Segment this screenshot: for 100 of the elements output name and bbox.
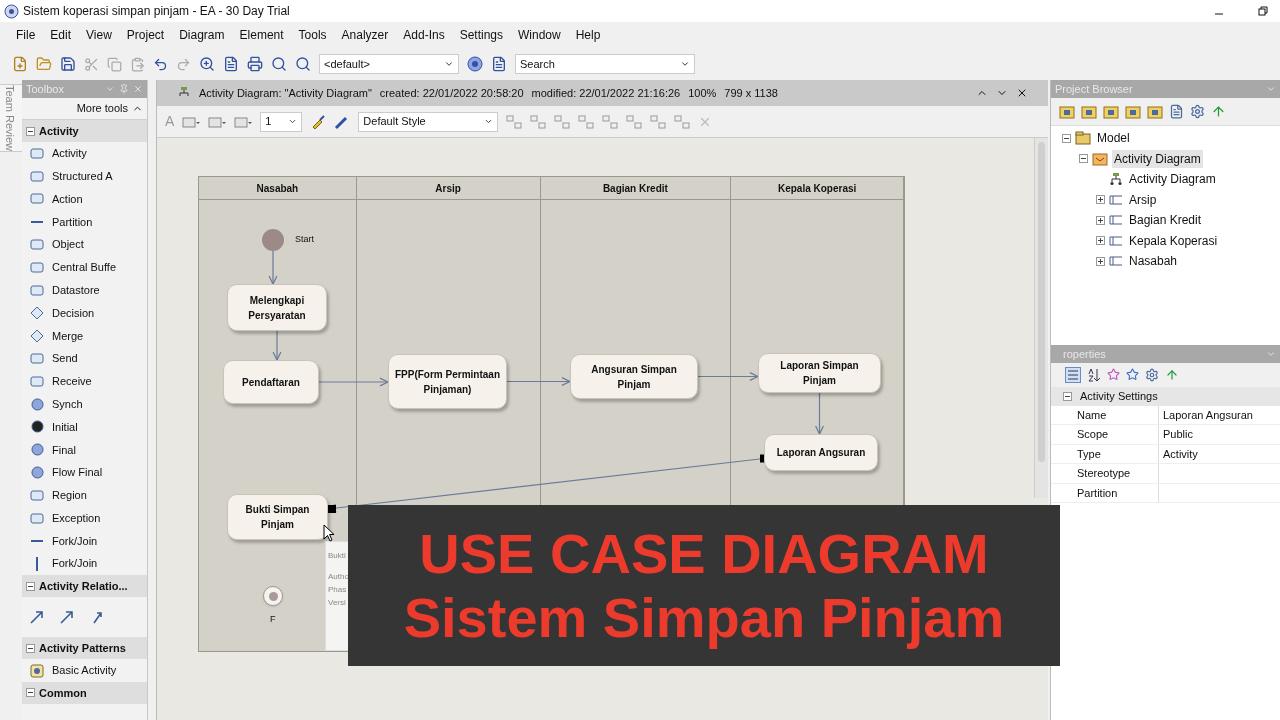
toolbox-item[interactable]: Decision bbox=[22, 301, 147, 325]
search-icon[interactable] bbox=[295, 56, 311, 72]
arrow-icon[interactable] bbox=[60, 610, 74, 625]
toolbox-item[interactable]: Fork/Join bbox=[22, 529, 147, 553]
toolbox-item[interactable]: Final bbox=[22, 438, 147, 462]
document-icon[interactable] bbox=[1169, 104, 1184, 119]
toolbox-item[interactable]: Activity bbox=[22, 142, 147, 165]
toolbox-item[interactable]: Flow Final bbox=[22, 461, 147, 484]
toolbox-item[interactable]: Central Buffe bbox=[22, 256, 147, 279]
toolbox-item[interactable]: Object bbox=[22, 233, 147, 256]
expand-icon[interactable] bbox=[1095, 236, 1105, 246]
toolbox-item[interactable]: Exception bbox=[22, 506, 147, 530]
settings-icon[interactable] bbox=[1190, 104, 1205, 119]
dropdown-icon[interactable] bbox=[444, 59, 454, 69]
star-icon[interactable] bbox=[1126, 368, 1139, 382]
menu-item[interactable]: File bbox=[16, 26, 36, 44]
brush-icon[interactable] bbox=[310, 113, 327, 130]
menu-item[interactable]: View bbox=[86, 26, 112, 44]
collapse-icon[interactable] bbox=[26, 581, 35, 591]
toolbox-item[interactable]: Merge bbox=[22, 324, 147, 348]
menu-item[interactable]: Add-Ins bbox=[403, 26, 445, 44]
zoom-icon[interactable] bbox=[199, 56, 215, 72]
collapse-icon[interactable] bbox=[1078, 154, 1088, 164]
tree-item[interactable]: Activity Diagram bbox=[1127, 170, 1218, 189]
collapse-icon[interactable] bbox=[1063, 391, 1072, 401]
toolbox-item[interactable]: Structured A bbox=[22, 164, 147, 188]
package-icon[interactable] bbox=[1103, 103, 1119, 120]
perspective-dropdown[interactable]: <default> bbox=[319, 54, 459, 74]
package-icon[interactable] bbox=[1081, 103, 1097, 120]
toolbox-item[interactable]: Fork/Join bbox=[22, 552, 147, 576]
node-label: F bbox=[270, 613, 276, 626]
collapse-icon[interactable] bbox=[1061, 133, 1071, 143]
category-icon[interactable] bbox=[1065, 366, 1081, 383]
expand-icon[interactable] bbox=[1095, 256, 1105, 266]
toolbox-item[interactable]: Send bbox=[22, 347, 147, 370]
arrow-icon[interactable] bbox=[90, 610, 104, 625]
expand-icon[interactable] bbox=[1095, 195, 1105, 205]
tree-item[interactable]: Bagian Kredit bbox=[1127, 211, 1204, 230]
collapse-icon[interactable] bbox=[26, 688, 35, 698]
dropdown-icon[interactable] bbox=[484, 117, 494, 126]
property-value[interactable]: Public bbox=[1159, 425, 1193, 444]
sort-icon[interactable] bbox=[1087, 366, 1101, 383]
toolbox-item[interactable]: Initial bbox=[22, 415, 147, 439]
settings-icon[interactable] bbox=[1145, 367, 1159, 382]
package-icon[interactable] bbox=[1125, 103, 1141, 120]
section-header[interactable]: Common bbox=[22, 681, 147, 704]
menu-item[interactable]: Diagram bbox=[179, 26, 225, 44]
menu-item[interactable]: Settings bbox=[459, 26, 503, 44]
dropdown-icon[interactable] bbox=[680, 59, 690, 69]
menu-item[interactable]: Edit bbox=[50, 26, 72, 44]
tree-item[interactable]: Kepala Koperasi bbox=[1127, 231, 1220, 250]
close-icon[interactable] bbox=[1016, 87, 1028, 99]
toolbox-item[interactable]: Receive bbox=[22, 369, 147, 393]
package-icon[interactable] bbox=[1147, 103, 1163, 120]
menu-item[interactable]: Analyzer bbox=[341, 26, 389, 44]
style-dropdown[interactable]: Default Style bbox=[358, 111, 499, 132]
dropdown-icon[interactable] bbox=[288, 117, 298, 126]
arrow-icon[interactable] bbox=[30, 610, 44, 625]
toolbox-item[interactable]: Datastore bbox=[22, 278, 147, 302]
star-icon[interactable] bbox=[1107, 368, 1120, 382]
globe-icon[interactable] bbox=[467, 56, 483, 72]
scrollbar[interactable] bbox=[1034, 138, 1048, 498]
toolbox-item[interactable]: Action bbox=[22, 187, 147, 211]
save-icon[interactable] bbox=[60, 56, 76, 72]
menu-item[interactable]: Help bbox=[575, 26, 601, 44]
menu-item[interactable]: Project bbox=[126, 26, 165, 44]
tree-item[interactable]: Arsip bbox=[1127, 190, 1159, 209]
toolbox-item[interactable]: Region bbox=[22, 483, 147, 507]
menu-item[interactable]: Element bbox=[239, 26, 284, 44]
collapse-icon[interactable] bbox=[26, 126, 35, 136]
section-header[interactable]: Activity Patterns bbox=[22, 637, 147, 660]
folder-icon[interactable] bbox=[36, 56, 52, 72]
property-value[interactable]: Activity bbox=[1159, 444, 1198, 464]
rectangle-icon bbox=[30, 147, 44, 159]
arrow-up-icon[interactable] bbox=[1165, 367, 1179, 382]
line-width-field[interactable]: 1 bbox=[260, 111, 303, 132]
section-header[interactable]: Activity Relatio... bbox=[22, 575, 147, 598]
undo-icon[interactable] bbox=[153, 56, 168, 72]
menu-item[interactable]: Window bbox=[518, 26, 561, 44]
action-node: Pendaftaran bbox=[223, 360, 319, 404]
section-header[interactable]: Activity bbox=[22, 120, 147, 142]
document-icon[interactable] bbox=[491, 56, 507, 72]
more-tools-link[interactable]: More tools bbox=[76, 100, 128, 117]
collapse-icon[interactable] bbox=[26, 643, 35, 653]
toolbox-item[interactable]: Synch bbox=[22, 392, 147, 416]
menu-item[interactable]: Tools bbox=[298, 26, 327, 44]
document-icon[interactable] bbox=[223, 56, 239, 72]
package-icon[interactable] bbox=[1059, 103, 1075, 120]
toolbox-item[interactable]: Partition bbox=[22, 210, 147, 234]
tree-item[interactable]: Model bbox=[1095, 129, 1132, 148]
search-field[interactable]: Search bbox=[515, 54, 695, 74]
new-file-icon[interactable] bbox=[12, 56, 28, 72]
tree-item[interactable]: Nasabah bbox=[1127, 252, 1180, 271]
tree-item[interactable]: Activity Diagram bbox=[1112, 149, 1203, 168]
search-icon[interactable] bbox=[271, 56, 287, 72]
toolbox-item[interactable]: Basic Activity bbox=[22, 659, 147, 682]
property-value[interactable]: Laporan Angsuran bbox=[1159, 405, 1253, 425]
print-icon[interactable] bbox=[247, 56, 263, 72]
expand-icon[interactable] bbox=[1095, 215, 1105, 225]
restore-icon[interactable] bbox=[1258, 6, 1268, 16]
